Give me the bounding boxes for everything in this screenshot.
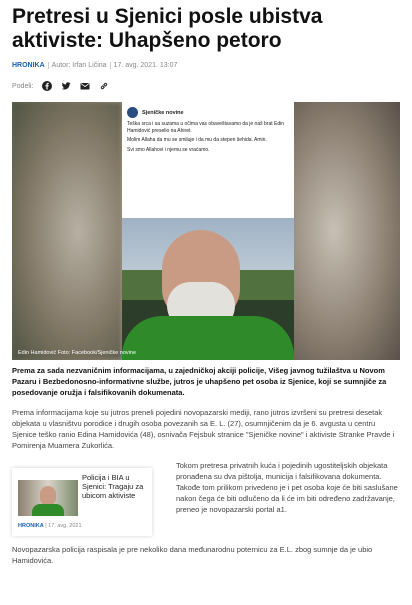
email-icon[interactable] [80,81,90,91]
category-link[interactable]: HRONIKA [12,62,45,69]
share-bar: Podeli: [12,81,400,91]
post-page-name: Sjeničke novine [142,109,184,116]
facebook-icon[interactable] [42,81,53,91]
divider [47,62,49,69]
article-title: Pretresi u Sjenici posle ubistva aktivis… [12,5,323,52]
twitter-icon[interactable] [61,81,71,91]
share-label: Podeli: [12,82,34,90]
article: Pretresi u Sjenici posle ubistva aktivis… [0,5,412,566]
post-text-3: Svi smo Allahovi i njemu se vraćamo. [127,146,210,153]
post-text-2: Molim Allaha da mu se smiluje i da mu da… [127,137,267,143]
image-caption: Edin Hamidović Foto: Facebook/Sjeničke n… [18,350,137,356]
related-title[interactable]: Policija i BIA u Sjenici: Tragaju za ubi… [82,473,148,500]
paragraph-3: Novopazarska policija raspisala je pre n… [12,545,373,565]
post-text-1: Teška srca i sa suzama u očima vas obave… [127,121,285,134]
author: Autor: Irfan Ličina [51,62,107,69]
article-meta: HRONIKA Autor: Irfan Ličina 17. avg. 202… [12,62,400,69]
page-avatar [127,107,138,118]
publish-date: 17. avg. 2021. 13:07 [113,62,178,69]
thumb-shirt [32,504,64,516]
related-meta: HRONIKA | 17. avg. 2021 [18,523,82,529]
photo-person-shirt [122,316,294,360]
article-lead: Prema za sada nezvaničnim informacijama,… [12,366,387,397]
paragraph-2: Tokom pretresa privatnih kuća i pojedini… [176,461,398,514]
divider [109,62,111,69]
related-thumbnail [18,480,78,516]
hero-blur-left [12,102,122,360]
related-category[interactable]: HRONIKA [18,523,44,529]
facebook-post: Sjeničke novine Teška srca i sa suzama u… [122,102,294,218]
link-icon[interactable] [99,81,109,91]
related-date: 17. avg. 2021 [48,523,82,529]
hero-blur-right [290,102,400,360]
related-article-card[interactable]: Policija i BIA u Sjenici: Tragaju za ubi… [12,468,152,536]
paragraph-1: Prema informacijama koje su jutros prene… [12,408,395,450]
inline-row: Policija i BIA u Sjenici: Tragaju za ubi… [12,460,400,536]
hero-photo: Sjeničke novine Teška srca i sa suzama u… [122,102,294,360]
thumb-face [40,486,56,506]
hero-image[interactable]: Sjeničke novine Teška srca i sa suzama u… [12,102,400,360]
